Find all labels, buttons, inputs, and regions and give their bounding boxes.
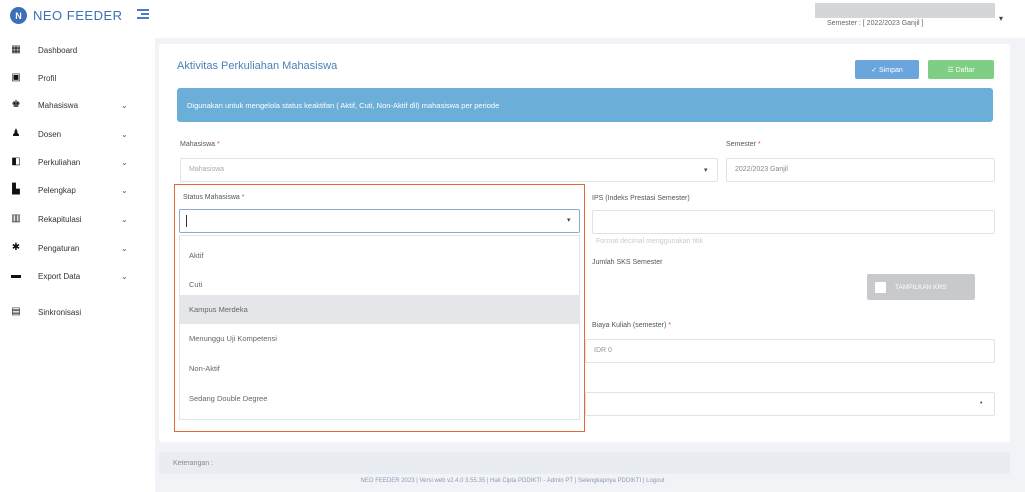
- info-banner: Digunakan untuk mengelola status keaktif…: [177, 88, 993, 122]
- sidebar-item-label: Dashboard: [38, 45, 78, 55]
- ips-input[interactable]: [592, 210, 995, 234]
- chevron-down-icon[interactable]: ⌄: [121, 272, 128, 281]
- student-icon: ♚: [11, 99, 21, 110]
- sidebar-item-pelengkap[interactable]: ▙ Pelengkap ⌄: [0, 180, 150, 200]
- mahasiswa-caret-icon: ▾: [704, 167, 708, 174]
- sidebar-item-mahasiswa[interactable]: ♚ Mahasiswa ⌄: [0, 95, 150, 115]
- sidebar-item-label: Rekapitulasi: [38, 214, 82, 224]
- biaya-input[interactable]: IDR 0: [585, 339, 995, 363]
- page-title: Aktivitas Perkuliahan Mahasiswa: [177, 60, 338, 72]
- notes-panel: [159, 452, 1010, 474]
- profile-icon: ▣: [11, 72, 21, 83]
- krs-icon: [875, 281, 886, 293]
- sidebar-item-label: Export Data: [38, 271, 81, 281]
- logo-icon: N: [10, 7, 27, 24]
- mahasiswa-label: Mahasiswa *: [180, 141, 220, 148]
- semester-field[interactable]: 2022/2023 Ganjil: [726, 158, 995, 182]
- user-menu[interactable]: Semester : [ 2022/2023 Ganjil ] ▾: [815, 3, 1005, 31]
- gear-icon: ✱: [11, 242, 21, 253]
- briefcase-icon: ▙: [12, 184, 20, 195]
- dashboard-icon: ▦: [11, 44, 21, 55]
- status-caret-icon: ▾: [567, 217, 571, 224]
- sync-icon: ▤: [11, 306, 21, 317]
- chevron-down-icon[interactable]: ⌄: [121, 244, 128, 253]
- sidebar-item-label: Pelengkap: [38, 185, 76, 195]
- app-name: NEO FEEDER: [33, 8, 123, 23]
- show-krs-label: TAMPILKAN KRS: [895, 283, 947, 291]
- active-semester: Semester : [ 2022/2023 Ganjil ]: [827, 20, 924, 27]
- sidebar-item-dashboard[interactable]: ▦ Dashboard: [0, 40, 150, 60]
- text-cursor: [186, 215, 187, 227]
- sidebar-item-label: Pengaturan: [38, 243, 80, 253]
- sidebar-item-label: Mahasiswa: [38, 100, 79, 110]
- sidebar-item-profil[interactable]: ▣ Profil: [0, 68, 150, 88]
- chevron-down-icon[interactable]: ⌄: [121, 186, 128, 195]
- sidebar-item-label: Sinkronisasi: [38, 307, 82, 317]
- status-label: Status Mahasiswa *: [183, 194, 245, 201]
- sks-label: Jumlah SKS Semester: [592, 259, 663, 266]
- sidebar-item-export-data[interactable]: ▬ Export Data ⌄: [0, 266, 150, 286]
- status-option[interactable]: Menunggu Uji Kompetensi: [179, 324, 580, 353]
- chevron-down-icon[interactable]: ⌄: [121, 158, 128, 167]
- biaya-label: Biaya Kuliah (semester) *: [592, 322, 671, 329]
- user-dropdown-caret-icon[interactable]: ▾: [999, 14, 1003, 23]
- sidebar-item-perkuliahan[interactable]: ◧ Perkuliahan ⌄: [0, 152, 150, 172]
- show-krs-button[interactable]: TAMPILKAN KRS: [867, 274, 975, 300]
- semester-label: Semester *: [726, 141, 761, 148]
- status-option[interactable]: Sedang Double Degree: [179, 384, 580, 413]
- footer: NEO FEEDER 2023 | Versi web v2.4.0 3.55.…: [360, 478, 665, 484]
- status-option[interactable]: Non-Aktif: [179, 354, 580, 383]
- status-option[interactable]: Kampus Merdeka: [179, 295, 580, 324]
- mahasiswa-select[interactable]: Mahasiswa: [180, 158, 718, 182]
- user-name: [815, 3, 995, 18]
- sidebar-item-label: Dosen: [38, 129, 62, 139]
- list-button[interactable]: ☰ Daftar: [928, 60, 994, 79]
- ips-label: IPS (Indeks Prestasi Semester): [592, 195, 690, 202]
- sidebar-item-rekapitulasi[interactable]: ▥ Rekapitulasi ⌄: [0, 209, 150, 229]
- sidebar-item-label: Perkuliahan: [38, 157, 81, 167]
- sidebar-item-sinkronisasi[interactable]: ▤ Sinkronisasi: [0, 302, 150, 322]
- chevron-down-icon[interactable]: ⌄: [121, 101, 128, 110]
- sidebar-item-pengaturan[interactable]: ✱ Pengaturan ⌄: [0, 238, 150, 258]
- extra-select[interactable]: [585, 392, 995, 416]
- top-bar: N NEO FEEDER Semester : [ 2022/2023 Ganj…: [0, 0, 1025, 36]
- ips-hint: Format decimal menggunakan titik: [596, 238, 703, 245]
- folder-icon: ▬: [11, 270, 21, 281]
- recap-icon: ▥: [11, 213, 21, 224]
- sidebar: ▦ Dashboard ▣ Profil ♚ Mahasiswa ⌄ ♟ Dosen ⌄ ◧ Perk…: [0, 40, 150, 492]
- extra-select-caret-icon: •: [980, 400, 983, 407]
- save-button[interactable]: ✓ Simpan: [855, 60, 919, 79]
- sidebar-item-label: Profil: [38, 73, 57, 83]
- status-option[interactable]: Aktif: [179, 241, 580, 270]
- chevron-down-icon[interactable]: ⌄: [121, 130, 128, 139]
- lecture-icon: ◧: [11, 156, 21, 167]
- notes-label: Keterangan :: [173, 460, 214, 467]
- status-search-input[interactable]: [179, 209, 580, 233]
- app-logo[interactable]: N NEO FEEDER: [10, 7, 123, 24]
- chevron-down-icon[interactable]: ⌄: [121, 215, 128, 224]
- sidebar-item-dosen[interactable]: ♟ Dosen ⌄: [0, 124, 150, 144]
- menu-toggle-icon[interactable]: [137, 9, 149, 19]
- lecturer-icon: ♟: [11, 128, 21, 139]
